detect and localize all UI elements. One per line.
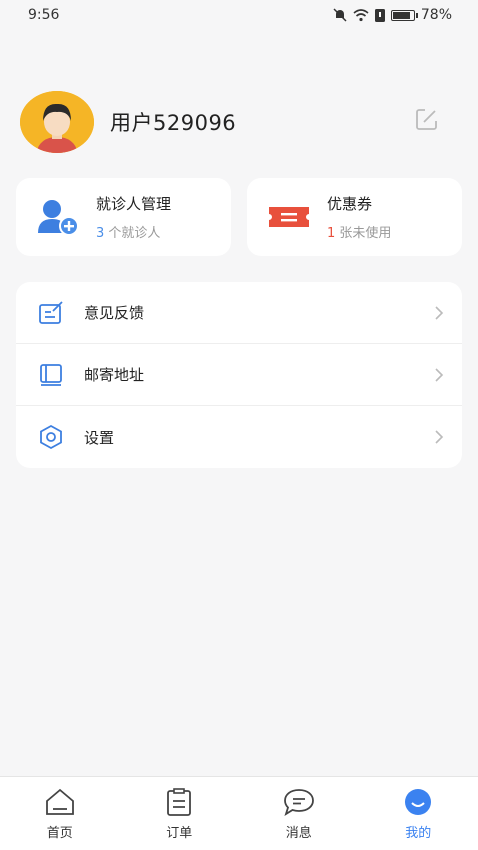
coupon-card[interactable]: 优惠券 1 张未使用 <box>247 178 462 256</box>
chat-bubble-icon <box>283 789 314 816</box>
tab-home[interactable]: 首页 <box>0 777 120 850</box>
chevron-right-icon <box>435 430 444 444</box>
settings-menu: 意见反馈 邮寄地址 设置 <box>16 282 462 468</box>
menu-item-settings[interactable]: 设置 <box>16 406 462 468</box>
home-icon <box>45 788 74 815</box>
sim-icon <box>374 8 385 22</box>
card-subtitle: 1 张未使用 <box>327 222 391 241</box>
status-time: 9:56 <box>28 7 60 23</box>
tab-mine[interactable]: 我的 <box>359 777 478 850</box>
tab-label: 订单 <box>166 826 193 841</box>
tab-orders[interactable]: 订单 <box>120 777 240 850</box>
chevron-right-icon <box>435 305 444 320</box>
wifi-icon <box>353 8 369 21</box>
mute-bell-icon <box>333 8 347 22</box>
coupon-count-suffix: 张未使用 <box>335 226 392 241</box>
status-bar: 9:56 78% <box>0 0 478 30</box>
menu-item-feedback[interactable]: 意见反馈 <box>16 282 462 344</box>
battery-icon <box>390 9 418 21</box>
card-subtitle: 3 个就诊人 <box>96 222 171 241</box>
chevron-right-icon <box>435 367 444 382</box>
profile-header[interactable]: 用户529096 <box>20 90 458 154</box>
username: 用户529096 <box>110 111 237 135</box>
card-title: 就诊人管理 <box>96 195 172 213</box>
edit-icon[interactable] <box>414 106 440 132</box>
add-user-icon <box>38 200 79 236</box>
address-book-icon <box>40 363 62 386</box>
quick-cards: 就诊人管理 3 个就诊人 优惠券 1 张未使用 <box>16 178 462 256</box>
tab-label: 消息 <box>285 826 312 841</box>
battery-percent: 78% <box>420 7 452 23</box>
avatar[interactable] <box>20 91 94 153</box>
tab-label: 我的 <box>405 826 432 841</box>
menu-item-address[interactable]: 邮寄地址 <box>16 344 462 406</box>
menu-label: 设置 <box>84 428 115 447</box>
feedback-icon <box>39 300 63 324</box>
settings-hexagon-icon <box>40 424 62 450</box>
bottom-tab-bar: 首页 订单 消息 我的 <box>0 776 478 850</box>
card-title: 优惠券 <box>327 195 373 213</box>
clipboard-icon <box>167 788 192 816</box>
smile-face-icon <box>405 789 432 815</box>
patient-management-card[interactable]: 就诊人管理 3 个就诊人 <box>16 178 231 256</box>
menu-label: 意见反馈 <box>84 304 145 322</box>
avatar-illustration <box>20 91 94 153</box>
tab-messages[interactable]: 消息 <box>239 777 359 850</box>
tab-label: 首页 <box>46 826 73 841</box>
coupon-ticket-icon <box>269 207 309 227</box>
status-icons: 78% <box>333 7 452 23</box>
menu-label: 邮寄地址 <box>84 366 145 384</box>
patient-count-suffix: 个就诊人 <box>104 226 161 241</box>
